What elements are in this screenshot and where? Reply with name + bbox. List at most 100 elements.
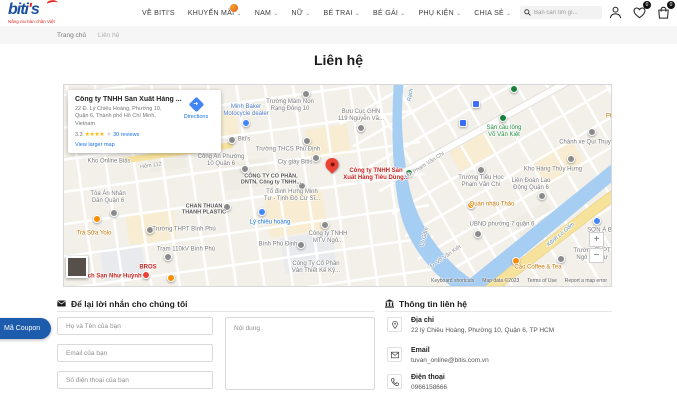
poi-marker-icon[interactable] <box>538 192 546 200</box>
map-label: Quán nhậu Thảo <box>469 201 515 208</box>
poi-marker-icon[interactable] <box>242 119 250 127</box>
poi-marker-icon[interactable] <box>302 90 310 98</box>
nav-item[interactable]: BÉ GÁI ⌄ <box>373 10 405 17</box>
map-attribution-item[interactable]: Terms of Use <box>527 278 556 284</box>
map-label: Lý chiều hoàng <box>249 219 291 226</box>
map-label: Bình Phú Định <box>258 241 298 248</box>
breadcrumb-home-link[interactable]: Trang chủ <box>57 32 86 39</box>
reviews-link[interactable]: 30 reviews <box>113 132 139 138</box>
poi-marker-icon[interactable] <box>567 155 575 163</box>
poi-marker-icon[interactable] <box>477 166 485 174</box>
breadcrumb: Trang chủ Liên hệ <box>0 26 677 44</box>
map-label: Trường Tiểu Học Phạm Văn Chí <box>458 175 504 188</box>
view-larger-map-link[interactable]: View larger map <box>75 142 214 148</box>
info-card-rating: 3.3 ★★★★ ★ 30 reviews <box>75 131 140 139</box>
poi-marker-icon[interactable] <box>297 241 305 249</box>
map-label: Kho Hàng Thủy Hưng <box>523 166 583 173</box>
coupon-button[interactable]: Mã Coupon <box>0 318 52 339</box>
poi-marker-icon[interactable] <box>167 274 175 282</box>
nav-item[interactable]: NAM ⌄ <box>255 10 279 17</box>
map-attribution-item[interactable]: Keyboard shortcuts <box>431 278 474 284</box>
map-attribution-item[interactable]: Map data ©2023 <box>482 278 519 284</box>
account-button[interactable] <box>608 5 623 20</box>
contact-section-heading: Thông tin liên hệ <box>385 296 612 312</box>
cart-count-badge: 0 <box>667 1 675 9</box>
breadcrumb-current: Liên hệ <box>98 31 120 39</box>
transit-icon[interactable] <box>459 119 467 127</box>
chevron-down-icon: ⌄ <box>455 10 462 17</box>
bitis-contact-page: biti's Nâng niu bàn chân Việt VỀ BITI'S K… <box>0 0 677 400</box>
nav-item[interactable]: CHIA SẺ ⌄ <box>474 10 511 17</box>
email-input[interactable] <box>57 344 213 362</box>
street-view-thumbnail[interactable] <box>66 256 88 278</box>
rating-stars-icon: ★★★★ <box>84 132 105 139</box>
map-info-card: Công ty TNHH Sản Xuất Hàng ... 22 Đ. Lý … <box>68 90 221 154</box>
search-input[interactable] <box>534 9 600 16</box>
contact-address-title: Địa chỉ <box>411 317 434 324</box>
nav-item[interactable]: VỀ BITI'S <box>142 10 175 17</box>
poi-marker-icon[interactable] <box>312 154 320 162</box>
header: biti's Nâng niu bàn chân Việt VỀ BITI'S K… <box>0 0 677 26</box>
map-label: Công ty TNHH Sản Xuất Hàng Tiêu Dùng... <box>343 168 409 181</box>
bitis-logo[interactable]: biti's Nâng niu bàn chân Việt <box>8 0 64 24</box>
map-label: Minh Baker Motocycle dealer <box>223 104 269 117</box>
poi-marker-icon[interactable] <box>557 255 565 263</box>
poi-marker-icon[interactable] <box>93 215 101 223</box>
nav-item[interactable]: BÉ TRAI ⌄ <box>323 10 360 17</box>
chevron-down-icon: ⌄ <box>354 10 361 17</box>
contact-address-value: 22 lý Chiêu Hoàng, Phường 10, Quận 6, TP… <box>411 326 555 334</box>
poi-marker-icon[interactable] <box>588 128 596 136</box>
contact-email-item: Email tuvan_online@bitis.com.vn <box>387 347 489 365</box>
poi-marker-icon[interactable] <box>228 136 236 144</box>
name-input[interactable] <box>57 317 213 335</box>
map-label: Sân cầu lông Võ Văn Kiệt <box>486 125 522 138</box>
poi-marker-icon[interactable] <box>499 114 507 122</box>
poi-marker-icon[interactable] <box>164 253 172 261</box>
search-box[interactable] <box>520 6 602 19</box>
chevron-down-icon: ⌄ <box>506 10 512 17</box>
map-label: CÔNG TY CỔ PHẦN, DNTN, Công ty TNHH... <box>240 173 302 186</box>
directions-button[interactable]: ➜ Directions <box>179 96 213 120</box>
phone-input[interactable] <box>57 371 213 389</box>
contact-email-value: tuvan_online@bitis.com.vn <box>411 356 489 364</box>
cart-button[interactable]: 0 <box>656 1 675 20</box>
poi-marker-icon[interactable] <box>593 217 601 225</box>
transit-icon[interactable] <box>472 100 480 108</box>
poi-marker-icon[interactable] <box>303 137 311 145</box>
poi-marker-icon[interactable] <box>110 209 118 217</box>
contact-email-title: Email <box>411 347 430 354</box>
poi-marker-icon[interactable] <box>321 221 329 229</box>
page-title: Liên hệ <box>313 52 363 68</box>
info-card-title: Công ty TNHH Sản Xuất Hàng ... <box>75 96 182 103</box>
message-textarea[interactable] <box>225 317 375 390</box>
map-label: Cty giày Bitis <box>277 159 313 166</box>
nav-item[interactable]: KHUYẾN MÃI ⌄ <box>188 3 242 17</box>
contact-phone-item: Điện thoại 0966158666 <box>387 374 447 392</box>
poi-marker-icon[interactable] <box>357 124 365 132</box>
map-label: Kho Online Bitis <box>87 158 131 165</box>
main-nav: VỀ BITI'S KHUYẾN MÃI ⌄ NAM ⌄ NỮ ⌄ BÉ TRAI ⌄ BÉ GÁ… <box>142 0 511 26</box>
poi-marker-icon[interactable] <box>142 271 150 279</box>
poi-marker-icon[interactable] <box>474 230 482 238</box>
nav-item[interactable]: NỮ ⌄ <box>292 10 311 17</box>
map-attribution: Keyboard shortcuts Map data ©2023 Terms of… <box>431 278 607 284</box>
map-attribution-item[interactable]: Report a map error <box>565 278 607 284</box>
hot-badge-icon <box>229 3 238 12</box>
form-section-heading: Để lại lời nhắn cho chúng tôi <box>57 296 375 312</box>
map-label: UBND phường 7 quận 6 <box>469 221 535 228</box>
email-icon <box>387 347 402 362</box>
wishlist-count-badge: 0 <box>643 1 651 9</box>
chevron-down-icon: ⌄ <box>400 10 406 17</box>
logo-swoosh-icon <box>46 0 59 9</box>
wishlist-button[interactable]: 0 <box>632 1 651 20</box>
map-zoom-out-button[interactable]: − <box>589 248 604 263</box>
map-label: Trường Mầm Non Rạng Đông 10 <box>266 99 314 112</box>
poi-marker-icon[interactable] <box>258 208 266 216</box>
poi-marker-icon[interactable] <box>510 85 518 93</box>
map-label: Trạm 110kV Bình Phú <box>156 246 216 253</box>
nav-item[interactable]: PHỤ KIỆN ⌄ <box>419 10 462 17</box>
map-label: Tòa Án Nhân Dân Quận 6 <box>90 191 126 204</box>
google-map-embed[interactable]: Kho Online Bitis Minh Baker Motocycle dea… <box>63 84 612 287</box>
map-zoom-in-button[interactable]: + <box>589 232 604 247</box>
contact-phone-value: 0966158666 <box>411 383 448 391</box>
